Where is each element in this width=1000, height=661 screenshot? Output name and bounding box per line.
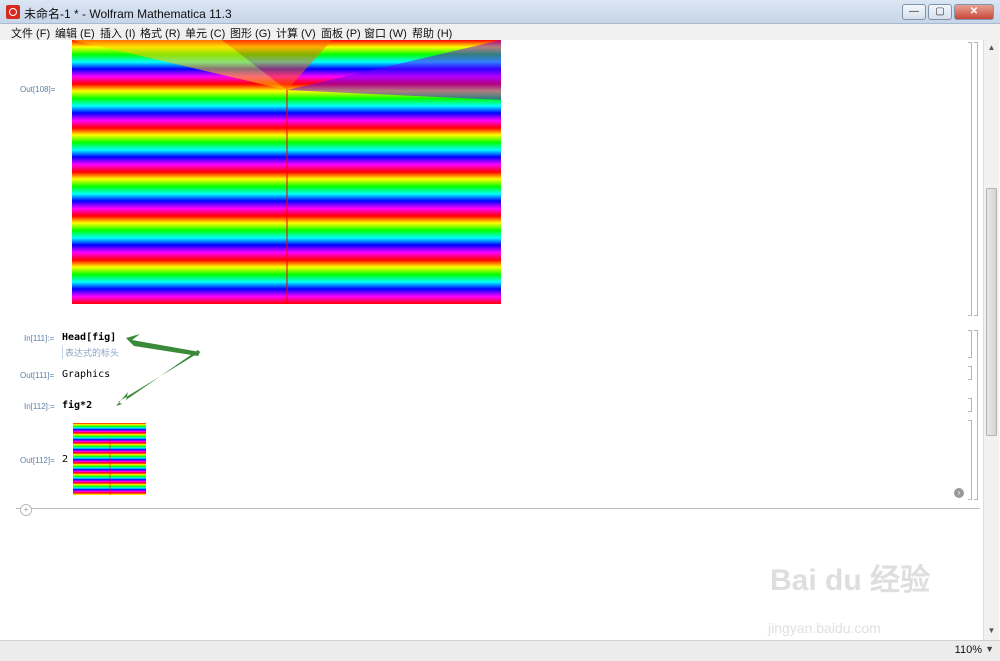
maximize-button[interactable]: ▢	[928, 4, 952, 20]
in112-input[interactable]: fig*2	[62, 400, 92, 411]
menu-format[interactable]: 格式 (R)	[140, 25, 180, 41]
close-button[interactable]: ✕	[954, 4, 994, 20]
menu-file[interactable]: 文件 (F)	[11, 25, 50, 41]
menu-insert[interactable]: 插入 (I)	[100, 25, 135, 41]
menu-graphics[interactable]: 图形 (G)	[230, 25, 271, 41]
arrow-to-in112	[116, 350, 200, 406]
notebook-area[interactable]: Out[108]= In[111]:= Head[fig] 表达式的标头 Out…	[0, 40, 982, 640]
add-cell-button[interactable]: +	[20, 504, 32, 516]
group-bracket[interactable]	[974, 42, 978, 316]
arrow-to-in111	[126, 334, 200, 356]
out111-output: Graphics	[62, 369, 111, 380]
rainbow-phase-plot	[72, 40, 501, 304]
status-bar: 110% ▼	[0, 640, 1000, 661]
zoom-level[interactable]: 110%	[955, 644, 982, 656]
cell-bracket[interactable]	[968, 42, 972, 316]
in112-label: In[112]:=	[24, 402, 55, 411]
scrollbar-thumb[interactable]	[986, 188, 997, 436]
menu-edit[interactable]: 编辑 (E)	[55, 25, 95, 41]
watermark-url: jingyan.baidu.com	[768, 620, 881, 636]
group-bracket[interactable]	[974, 330, 978, 500]
menu-palettes[interactable]: 面板 (P)	[321, 25, 361, 41]
in111-input[interactable]: Head[fig]	[62, 332, 116, 343]
out112-coefficient: 2	[62, 454, 69, 465]
menu-evaluation[interactable]: 计算 (V)	[276, 25, 316, 41]
in111-label: In[111]:=	[24, 334, 55, 343]
cell-bracket[interactable]	[968, 420, 972, 500]
menu-help[interactable]: 帮助 (H)	[412, 25, 452, 41]
minimize-button[interactable]: —	[902, 4, 926, 20]
window-controls: — ▢ ✕	[902, 4, 994, 20]
menu-window[interactable]: 窗口 (W)	[364, 25, 407, 41]
scroll-up-arrow-icon[interactable]: ▲	[986, 42, 997, 53]
cell-bracket[interactable]	[968, 330, 972, 358]
watermark: Bai du 经验	[770, 564, 931, 597]
small-plot-output	[73, 423, 146, 495]
window-title: 未命名-1 * - Wolfram Mathematica 11.3	[24, 7, 232, 21]
rainbow-thumbnail	[73, 423, 146, 495]
out111-label: Out[111]=	[20, 371, 55, 380]
nav-arrow-icon[interactable]: ›	[954, 488, 964, 498]
vertical-scrollbar[interactable]: ▲ ▼	[983, 40, 999, 640]
menu-bar: 文件 (F) 编辑 (E) 插入 (I) 格式 (R) 单元 (C) 图形 (G…	[0, 24, 1000, 40]
mathematica-icon	[6, 5, 20, 19]
autocomplete-hint: 表达式的标头	[62, 346, 119, 359]
out108-label: Out[108]=	[20, 85, 56, 94]
title-bar: 未命名-1 * - Wolfram Mathematica 11.3 — ▢ ✕	[0, 0, 1000, 24]
cell-bracket[interactable]	[968, 366, 972, 380]
scroll-down-arrow-icon[interactable]: ▼	[986, 625, 997, 636]
zoom-dropdown-icon[interactable]: ▼	[985, 644, 994, 654]
menu-cell[interactable]: 单元 (C)	[185, 25, 225, 41]
complex-plot-output	[72, 40, 501, 304]
cell-insertion-line	[16, 508, 980, 509]
cell-bracket[interactable]	[968, 398, 972, 412]
out112-label: Out[112]=	[20, 456, 55, 465]
